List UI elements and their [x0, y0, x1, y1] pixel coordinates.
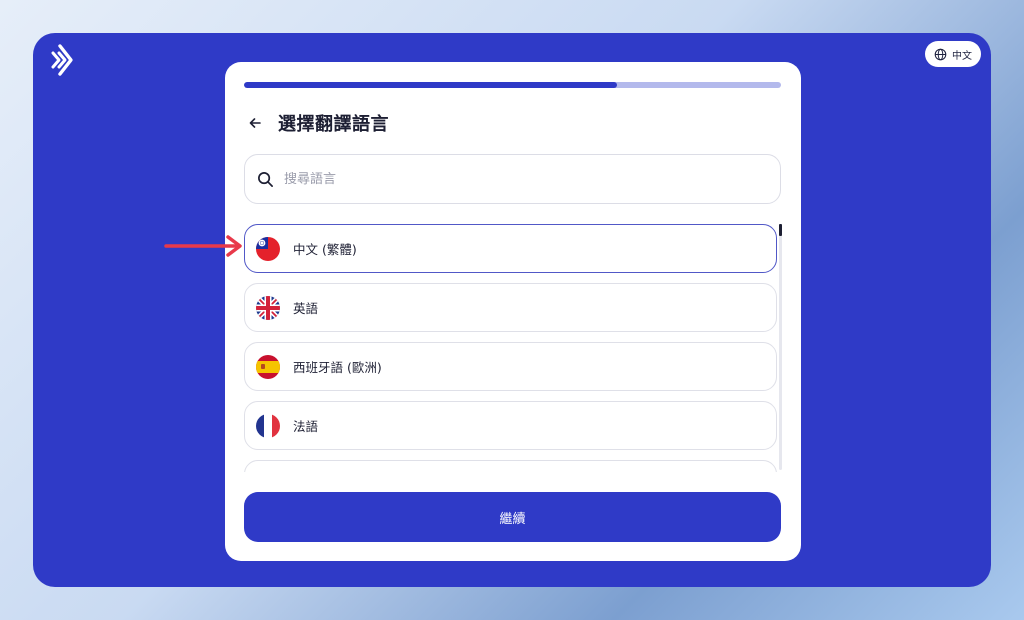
progress-bar: [244, 82, 781, 88]
app-frame: 中文 選擇翻譯語言 搜尋語言 中文 (繁體) 英語 西班牙語 (歐洲) 法語 繼…: [33, 33, 991, 587]
language-option-en[interactable]: 英語: [244, 283, 777, 332]
language-option-es[interactable]: 西班牙語 (歐洲): [244, 342, 777, 391]
language-option-label: 英語: [293, 301, 319, 316]
france-flag-icon: [256, 413, 280, 438]
language-switcher-button[interactable]: 中文: [925, 41, 981, 67]
back-button[interactable]: [244, 112, 266, 134]
search-box[interactable]: [244, 154, 781, 204]
language-option-label: 中文 (繁體): [293, 242, 357, 257]
language-option-label: 法語: [293, 419, 319, 434]
language-option-fr[interactable]: 法語: [244, 401, 777, 450]
progress-bar-fill: [244, 82, 618, 88]
arrow-left-icon: [249, 118, 261, 128]
scrollbar-thumb[interactable]: [779, 224, 782, 236]
double-chevron-logo-icon: [47, 43, 75, 77]
continue-button[interactable]: 繼續: [244, 492, 781, 542]
card-header: 選擇翻譯語言: [244, 108, 389, 138]
annotation-arrow-icon: [164, 235, 242, 257]
page-title: 選擇翻譯語言: [278, 114, 389, 135]
language-list[interactable]: 中文 (繁體) 英語 西班牙語 (歐洲) 法語: [244, 222, 784, 472]
uk-flag-icon: [256, 295, 280, 320]
language-option-partial[interactable]: [244, 460, 777, 472]
language-select-card: 選擇翻譯語言 中文 (繁體): [225, 62, 801, 561]
language-option-label: 西班牙語 (歐洲): [293, 360, 382, 375]
spain-flag-icon: [256, 354, 280, 379]
language-option-zh-tw[interactable]: 中文 (繁體): [244, 224, 777, 273]
taiwan-flag-icon: [256, 236, 280, 261]
language-switcher-label: 中文: [952, 50, 972, 62]
search-input[interactable]: [284, 171, 768, 187]
language-list-scrollbar[interactable]: [779, 224, 782, 470]
globe-icon: [934, 48, 947, 60]
search-icon: [258, 171, 273, 187]
